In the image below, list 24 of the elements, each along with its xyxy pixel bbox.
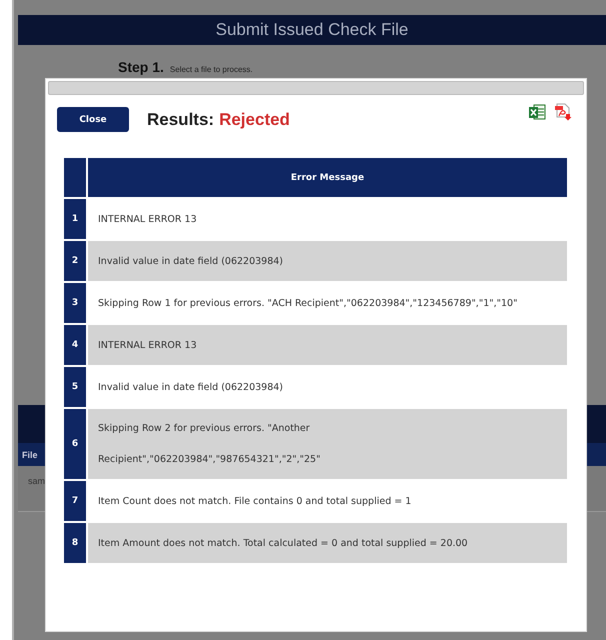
pdf-download-icon[interactable] — [554, 103, 572, 121]
results-status: Rejected — [219, 110, 290, 130]
file-name: sam — [28, 476, 46, 486]
spreadsheet-icon[interactable] — [528, 103, 546, 121]
step-label: Step 1. — [118, 59, 164, 75]
row-number: 7 — [64, 481, 86, 521]
page-title: Submit Issued Check File — [216, 20, 408, 40]
error-message-cell: INTERNAL ERROR 13 — [88, 325, 567, 365]
row-number: 6 — [64, 409, 86, 479]
error-message-cell: Skipping Row 2 for previous errors. "Another Recipient","062203984","987654321","2","25" — [88, 409, 567, 479]
column-header: File — [22, 450, 38, 460]
step-text: Select a file to process. — [170, 65, 253, 74]
row-number: 4 — [64, 325, 86, 365]
row-number: 8 — [64, 523, 86, 563]
row-number: 3 — [64, 283, 86, 323]
results-label: Results: — [147, 110, 214, 130]
error-message-cell: Invalid value in date field (062203984) — [88, 241, 567, 281]
close-button[interactable]: Close — [57, 107, 129, 132]
row-number: 1 — [64, 199, 86, 239]
row-number: 5 — [64, 367, 86, 407]
row-number: 2 — [64, 241, 86, 281]
column-header: Error Message — [88, 158, 567, 197]
number-header-cell — [64, 158, 86, 197]
error-message-cell: Item Amount does not match. Total calculated = 0 and total supplied = 20.00 — [88, 523, 567, 563]
